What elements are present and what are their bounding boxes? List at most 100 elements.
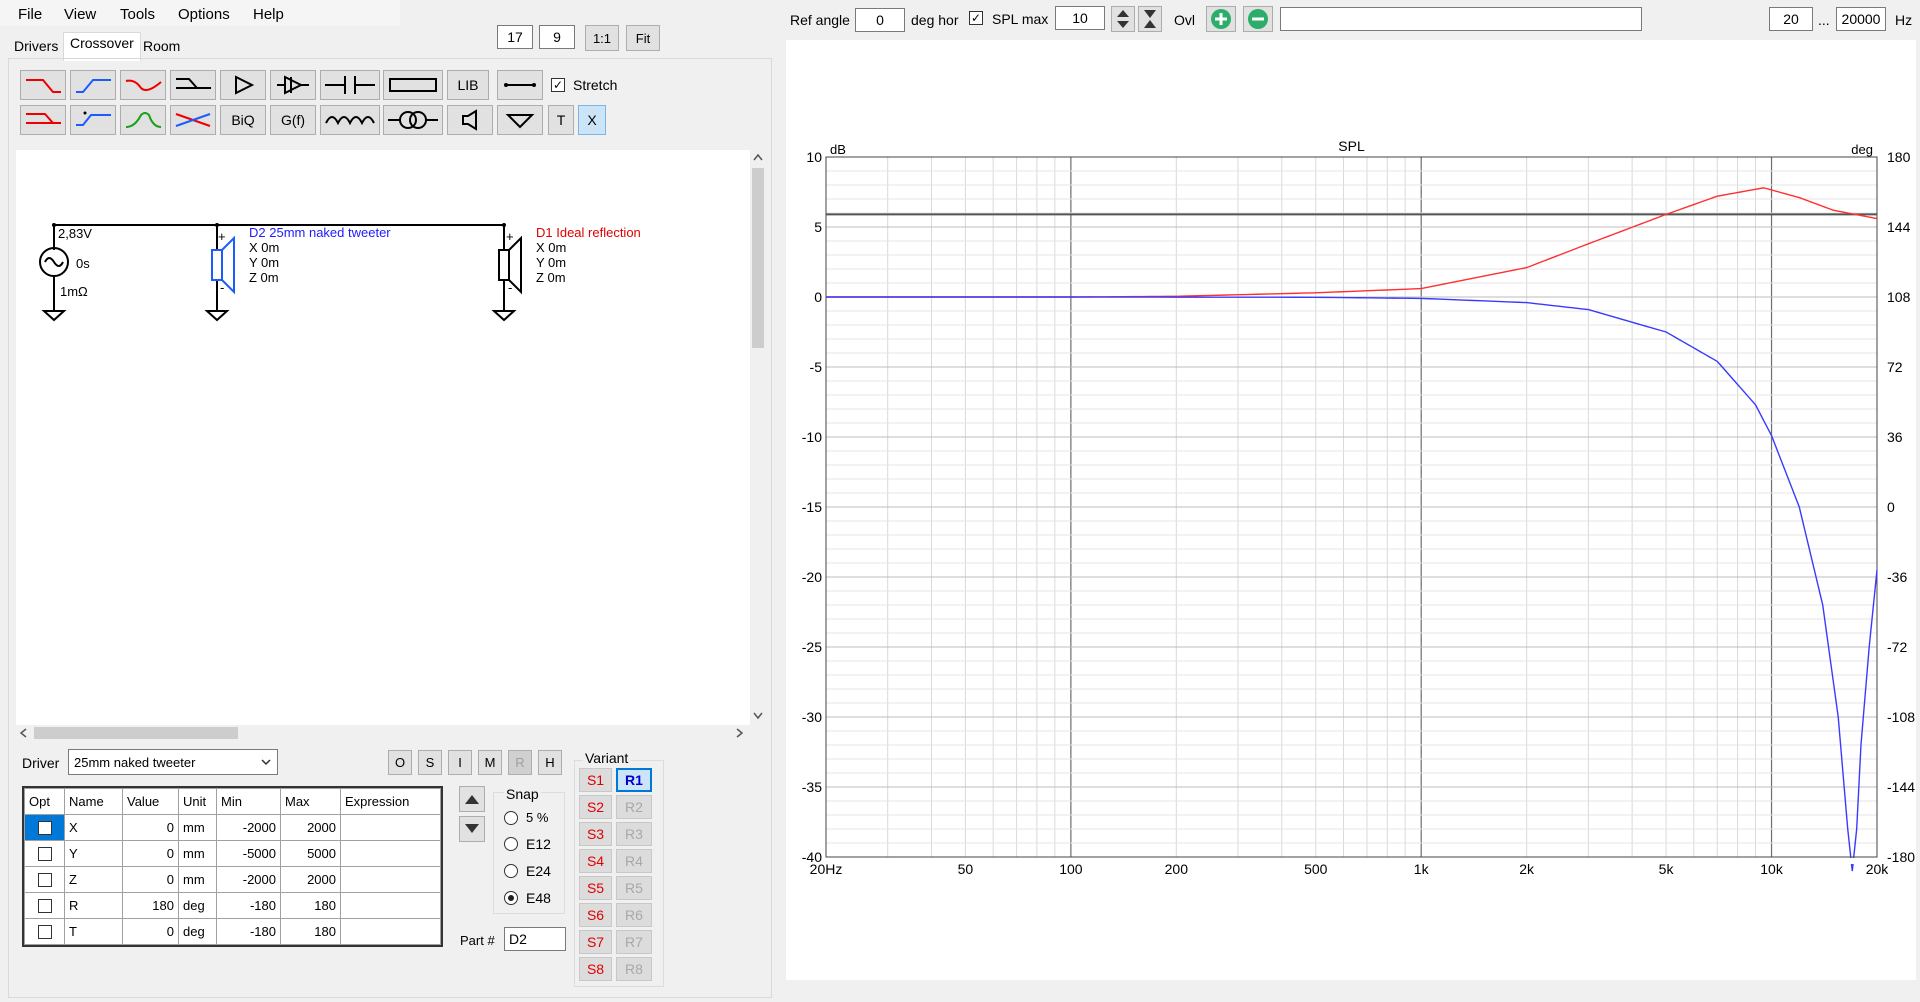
expression-cell[interactable] xyxy=(340,814,441,841)
expression-cell[interactable] xyxy=(340,840,441,867)
opt-checkbox[interactable] xyxy=(37,846,52,861)
opt-checkbox[interactable] xyxy=(37,924,52,939)
snap-e48-radio[interactable] xyxy=(504,891,518,905)
menu-tools[interactable]: Tools xyxy=(120,6,155,23)
amplifier-button[interactable] xyxy=(220,70,266,100)
spl-range-button[interactable] xyxy=(1138,6,1162,32)
mode-r-button[interactable]: R xyxy=(508,750,532,775)
mode-s-button[interactable]: S xyxy=(418,750,442,775)
opt-checkbox[interactable] xyxy=(37,898,52,913)
spl-max-field[interactable]: 10 xyxy=(1055,6,1105,30)
d2-label[interactable]: D2 25mm naked tweeter X 0m Y 0m Z 0m xyxy=(249,225,391,285)
opt-cell[interactable] xyxy=(24,892,65,919)
stretch-checkbox[interactable]: ✓ xyxy=(551,78,565,92)
min-cell[interactable]: -180 xyxy=(216,918,281,945)
max-cell[interactable]: 180 xyxy=(280,892,341,919)
d1-label[interactable]: D1 Ideal reflection X 0m Y 0m Z 0m xyxy=(536,225,641,285)
variant-s6[interactable]: S6 xyxy=(579,903,612,927)
transfer-function-button[interactable]: G(f) xyxy=(270,105,316,135)
variant-s5[interactable]: S5 xyxy=(579,876,612,900)
variant-s8[interactable]: S8 xyxy=(579,957,612,981)
variant-s2[interactable]: S2 xyxy=(579,795,612,819)
value-cell[interactable]: 0 xyxy=(122,918,179,945)
schematic-hscrollbar[interactable] xyxy=(16,725,750,741)
move-up-button[interactable] xyxy=(459,786,485,812)
ground-button[interactable] xyxy=(497,105,543,135)
snap-e24-radio[interactable] xyxy=(504,864,518,878)
max-cell[interactable]: 180 xyxy=(280,918,341,945)
variant-r3[interactable]: R3 xyxy=(616,822,652,846)
variant-s1[interactable]: S1 xyxy=(579,768,612,792)
spl-up-down-button[interactable] xyxy=(1111,6,1135,32)
table-row[interactable]: X 0 mm -2000 2000 xyxy=(24,814,441,841)
variant-s7[interactable]: S7 xyxy=(579,930,612,954)
lowpass-button[interactable] xyxy=(20,70,66,100)
wire-button[interactable] xyxy=(497,70,543,100)
speaker-button[interactable] xyxy=(447,105,493,135)
move-down-button[interactable] xyxy=(459,816,485,842)
value-cell[interactable]: 0 xyxy=(122,866,179,893)
mode-o-button[interactable]: O xyxy=(388,750,412,775)
max-cell[interactable]: 2000 xyxy=(280,814,341,841)
highpass-button[interactable] xyxy=(70,70,116,100)
table-row[interactable]: R 180 deg -180 180 xyxy=(24,892,441,919)
variant-s4[interactable]: S4 xyxy=(579,849,612,873)
zoom-field-b[interactable]: 9 xyxy=(539,25,575,49)
opt-cell[interactable] xyxy=(24,918,65,945)
inductor-button[interactable] xyxy=(320,105,380,135)
opt-checkbox[interactable] xyxy=(37,820,52,835)
hscroll-thumb[interactable] xyxy=(34,727,238,739)
min-cell[interactable]: -2000 xyxy=(216,866,281,893)
zoom-1-1-button[interactable]: 1:1 xyxy=(585,25,619,51)
min-cell[interactable]: -2000 xyxy=(216,814,281,841)
buffer-button[interactable] xyxy=(270,70,316,100)
table-row[interactable]: Z 0 mm -2000 2000 xyxy=(24,866,441,893)
snap-e12-radio[interactable] xyxy=(504,837,518,851)
zoom-fit-button[interactable]: Fit xyxy=(626,25,660,51)
spl-max-checkbox[interactable]: ✓ xyxy=(969,11,983,25)
table-row[interactable]: Y 0 mm -5000 5000 xyxy=(24,840,441,867)
vscroll-thumb[interactable] xyxy=(752,168,764,348)
opt-checkbox[interactable] xyxy=(37,872,52,887)
chevron-up-icon[interactable] xyxy=(753,153,763,161)
opt-cell[interactable] xyxy=(24,840,65,867)
bandpass-button[interactable] xyxy=(120,105,166,135)
freq-max-field[interactable]: 20000 xyxy=(1836,7,1886,31)
capacitor-button[interactable] xyxy=(320,70,380,100)
menu-options[interactable]: Options xyxy=(178,6,230,23)
chevron-left-icon[interactable] xyxy=(19,728,27,738)
variant-r5[interactable]: R5 xyxy=(616,876,652,900)
opt-cell[interactable] xyxy=(24,866,65,893)
max-cell[interactable]: 5000 xyxy=(280,840,341,867)
notch-button[interactable] xyxy=(120,70,166,100)
variant-r4[interactable]: R4 xyxy=(616,849,652,873)
mode-i-button[interactable]: I xyxy=(448,750,472,775)
highpass-alt-button[interactable] xyxy=(70,105,116,135)
transformer-button[interactable] xyxy=(383,105,443,135)
ovl-field[interactable] xyxy=(1280,7,1642,31)
biquad-button[interactable]: BiQ xyxy=(220,105,266,135)
opt-cell[interactable] xyxy=(24,814,65,841)
max-cell[interactable]: 2000 xyxy=(280,866,341,893)
variant-r7[interactable]: R7 xyxy=(616,930,652,954)
t-button[interactable]: T xyxy=(548,105,574,135)
variant-r1[interactable]: R1 xyxy=(616,768,652,792)
expression-cell[interactable] xyxy=(340,918,441,945)
snap-5pct-radio[interactable] xyxy=(504,811,518,825)
shelf-button[interactable] xyxy=(170,70,216,100)
variant-s3[interactable]: S3 xyxy=(579,822,612,846)
expression-cell[interactable] xyxy=(340,892,441,919)
chevron-right-icon[interactable] xyxy=(736,728,744,738)
value-cell[interactable]: 0 xyxy=(122,814,179,841)
library-button[interactable]: LIB xyxy=(447,70,489,100)
x-button[interactable]: X xyxy=(578,105,606,135)
variant-r2[interactable]: R2 xyxy=(616,795,652,819)
mode-h-button[interactable]: H xyxy=(538,750,562,775)
resistor-button[interactable] xyxy=(383,70,443,100)
part-field[interactable]: D2 xyxy=(504,927,566,951)
menu-file[interactable]: File xyxy=(18,6,42,23)
ovl-remove-button[interactable] xyxy=(1243,6,1273,32)
value-cell[interactable]: 0 xyxy=(122,840,179,867)
ref-angle-field[interactable]: 0 xyxy=(855,8,905,32)
chevron-down-icon[interactable] xyxy=(753,712,763,720)
